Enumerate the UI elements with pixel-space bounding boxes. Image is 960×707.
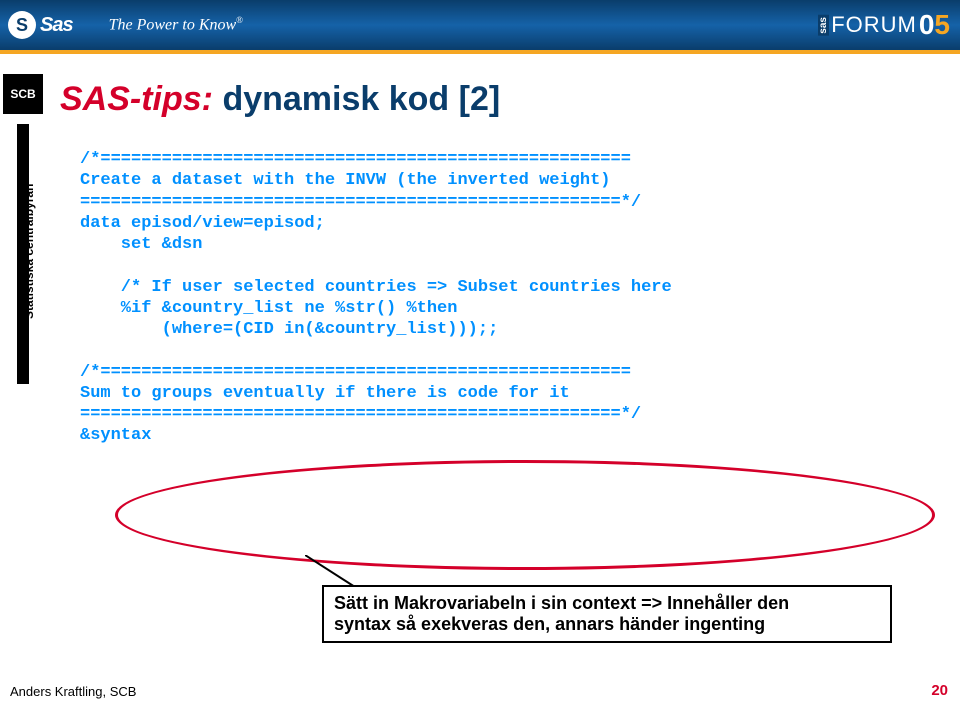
sidebar-text-en: Statistics Sweden (6, 184, 20, 434)
code-line: /*======================================… (80, 363, 631, 382)
code-line: Create a dataset with the INVW (the inve… (80, 171, 611, 190)
code-line: ========================================… (80, 405, 641, 424)
code-block: /*======================================… (80, 149, 940, 447)
sas-logo-text: Sas (40, 14, 73, 37)
code-line: data episod/view=episod; (80, 214, 325, 233)
footer-author: Anders Kraftling, SCB (10, 684, 136, 699)
code-line: Sum to groups eventually if there is cod… (80, 384, 570, 403)
callout-box: Sätt in Makrovariabeln i sin context => … (322, 585, 892, 643)
header-underline (0, 50, 960, 54)
code-line: &syntax (80, 426, 151, 445)
forum-logo: sas FORUM 05 (818, 0, 950, 50)
title-red: SAS-tips: (60, 80, 213, 118)
sidebar-text-sv: Statistiska centralbyrån (22, 184, 36, 434)
slide-title: SAS-tips: dynamisk kod [2] (60, 80, 940, 119)
forum-year: 05 (919, 9, 950, 41)
code-line: set &dsn (80, 235, 202, 254)
callout-line1: Sätt in Makrovariabeln i sin context => … (334, 593, 880, 614)
sas-swirl-icon: S (8, 11, 36, 39)
header-bar: S Sas The Power to Know® sas FORUM 05 (0, 0, 960, 50)
forum-word: FORUM (831, 12, 917, 38)
code-line: /*======================================… (80, 150, 631, 169)
code-line: ========================================… (80, 193, 641, 212)
title-blue: dynamisk kod [2] (213, 80, 500, 118)
code-line: %if &country_list ne %str() %then (80, 299, 457, 318)
callout-line2: syntax så exekveras den, annars händer i… (334, 614, 880, 635)
code-line: /* If user selected countries => Subset … (80, 278, 672, 297)
slide-content: SAS-tips: dynamisk kod [2] /*===========… (60, 80, 940, 447)
highlight-ellipse (115, 460, 935, 570)
page-number: 20 (931, 682, 948, 699)
scb-logo: SCB (3, 74, 43, 114)
tagline: The Power to Know® (109, 15, 243, 34)
code-line: (where=(CID in(&country_list)));; (80, 320, 498, 339)
sidebar: SCB Statistics Sweden Statistiska centra… (0, 54, 46, 654)
forum-sas-vertical: sas (818, 15, 829, 36)
sas-logo: S Sas (8, 11, 73, 39)
